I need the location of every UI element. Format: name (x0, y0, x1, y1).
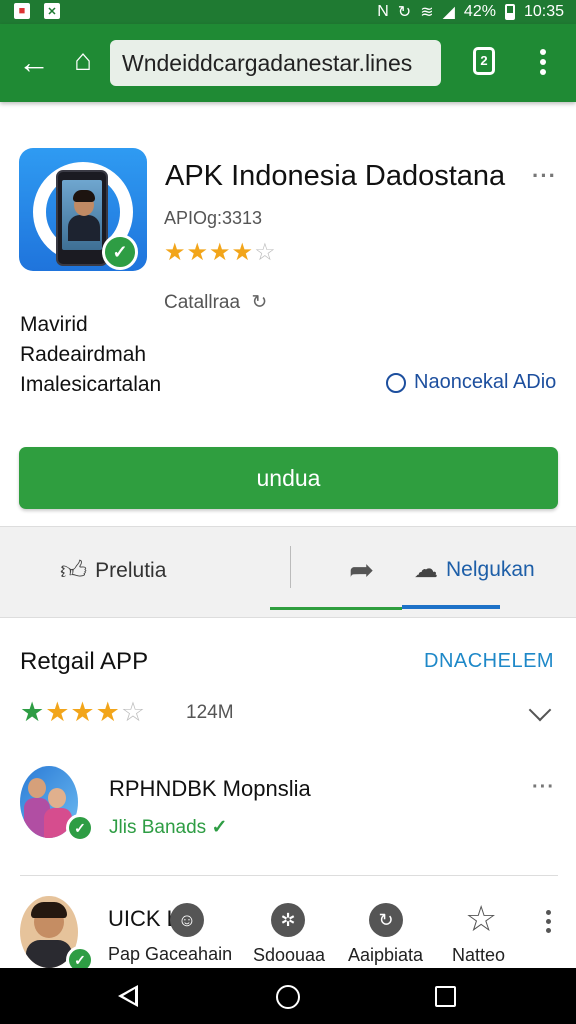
like-button[interactable]: 👍︎ Prelutia (60, 555, 166, 586)
more-vertical-icon[interactable] (546, 910, 551, 937)
clock: 10:35 (523, 3, 564, 20)
nav-recents-icon[interactable] (435, 986, 456, 1007)
reviews-rating-stars: ★★★★☆ (20, 697, 147, 727)
chevron-down-icon[interactable] (528, 698, 552, 722)
notification-icon-2: ✕ (44, 3, 60, 19)
navigation-bar (0, 968, 576, 1024)
share-button[interactable]: ➦ (349, 553, 374, 588)
action-label-2[interactable]: Aaipbiata (348, 945, 423, 966)
action-strip: 👍︎ Prelutia ➦ ☁ Nelgukan (0, 526, 576, 618)
cloud-icon: ☁ (414, 556, 438, 583)
nav-home-icon[interactable] (276, 985, 300, 1009)
url-bar[interactable]: Wndeiddcargadanestar.lines (110, 40, 441, 86)
action-label-3[interactable]: Natteo (452, 945, 505, 966)
emoji-icon[interactable]: ☺ (170, 903, 204, 937)
app-description: Mavirid Radeairdmah Imalesicartalan (20, 313, 162, 396)
back-arrow-icon[interactable]: ← (18, 46, 50, 78)
reviews-title: Retgail APP (20, 648, 149, 675)
radio-circle-icon[interactable] (386, 372, 406, 393)
battery-percent: 42% (463, 3, 496, 20)
radio-link[interactable]: Naoncekal ADio (386, 371, 556, 394)
reviewer-subtitle: Jlis Banads ✓ (109, 817, 228, 838)
reviewer-subtitle: Pap Gaceahain (108, 944, 233, 964)
action-label-1[interactable]: Sdoouaa (253, 945, 325, 966)
wifi-icon: ≋ (420, 4, 434, 21)
sync-icon: ↻ (397, 4, 412, 21)
tab-nelgukan[interactable]: ☁ Nelgukan (414, 555, 535, 584)
browser-toolbar: ← ⌂ Wndeiddcargadanestar.lines 2 (0, 24, 576, 102)
review-count: 124M (186, 702, 234, 723)
nav-back-icon[interactable] (118, 985, 138, 1007)
overflow-menu-icon[interactable] (540, 49, 548, 79)
reviews-link[interactable]: DNACHELEM (424, 650, 554, 673)
nfc-icon: N (377, 3, 389, 20)
tabs-button[interactable]: 2 (473, 47, 495, 75)
app-rating-stars: ★★★★☆ (164, 239, 277, 266)
status-bar: ■ ✕ N ↻ ≋ ◢ 42% 10:35 (0, 0, 576, 24)
app-title: APK Indonesia Dadostana (165, 160, 506, 192)
verified-badge-icon: ✓ (102, 234, 138, 270)
app-category: Catallraa ↻ (164, 292, 268, 313)
thumbs-up-icon: 👍︎ (60, 555, 88, 585)
install-button[interactable]: undua (19, 447, 558, 509)
reviewer-name: UICK L (108, 906, 179, 931)
refresh-icon: ↻ (251, 292, 268, 313)
app-icon: ✓ (19, 148, 147, 271)
battery-icon (504, 4, 515, 20)
star-outline-icon[interactable]: ☆ (465, 898, 497, 940)
app-version: APIOg:3313 (164, 208, 263, 228)
share-arrow-icon: ➦ (349, 554, 375, 587)
notification-icon: ■ (14, 3, 30, 19)
more-options-icon[interactable]: ··· (532, 163, 557, 189)
review-options-icon[interactable]: ··· (532, 776, 555, 799)
signal-icon: ◢ (442, 4, 455, 21)
reviewer-name: RPHNDBK Mopnslia (109, 776, 311, 801)
verified-badge-icon: ✓ (66, 814, 94, 842)
home-icon[interactable]: ⌂ (74, 46, 92, 76)
check-icon: ✓ (211, 817, 228, 838)
film-reel-icon[interactable]: ✲ (271, 903, 305, 937)
sync-icon[interactable]: ↻ (369, 903, 403, 937)
